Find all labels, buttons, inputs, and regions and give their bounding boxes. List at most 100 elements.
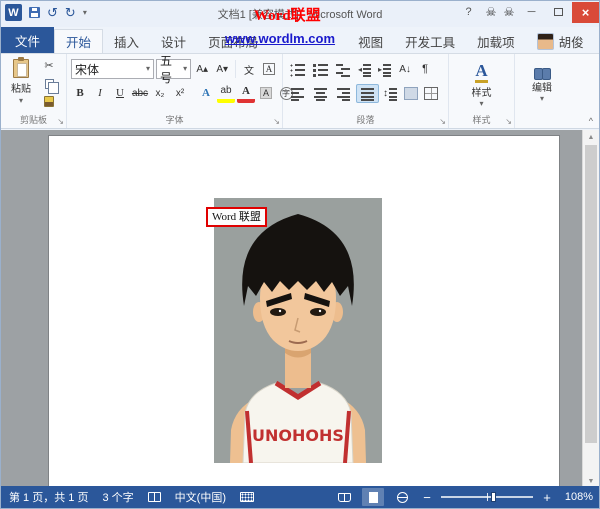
word-count[interactable]: 3 个字: [102, 489, 133, 505]
tab-file[interactable]: 文件: [1, 27, 54, 53]
image-watermark-highlight-box: Word 联盟: [206, 207, 267, 227]
shrink-font-button[interactable]: A▾: [213, 60, 231, 79]
paste-button[interactable]: 粘贴 ▾: [5, 57, 37, 113]
ribbon-tab-bar: 文件 开始 插入 设计 页面布局 视图 开发工具 加载项 胡俊 www.word…: [1, 27, 599, 53]
scroll-up-button[interactable]: ▲: [583, 130, 599, 144]
cut-button[interactable]: ✂: [41, 58, 57, 73]
read-mode-button[interactable]: [333, 488, 355, 506]
character-image[interactable]: UNOHOHS: [214, 198, 382, 463]
input-method-icon[interactable]: [240, 492, 254, 502]
styles-group-label: 样式: [472, 115, 490, 125]
status-bar: 第 1 页，共 1 页 3 个字 中文(中国) − + 108%: [1, 486, 599, 508]
zoom-slider-thumb[interactable]: [491, 492, 496, 502]
collapse-ribbon-button[interactable]: ^: [589, 116, 593, 126]
tab-view[interactable]: 视图: [347, 29, 394, 53]
line-spacing-button[interactable]: ↕: [381, 84, 400, 103]
tab-design[interactable]: 设计: [150, 29, 197, 53]
shading-button[interactable]: [402, 84, 420, 103]
window-controls: ? ☠ ☠ ─ ×: [455, 1, 599, 23]
clipboard-group-label: 剪贴板: [20, 115, 47, 125]
vertical-scrollbar[interactable]: ▲ ▼: [582, 130, 599, 488]
increase-indent-button[interactable]: ▸: [376, 60, 394, 79]
user-name: 胡俊: [559, 32, 584, 51]
title-bar: W ↺ ↻ ▾ 文档1 [兼容模式] - Microsoft Word Word…: [1, 1, 599, 27]
zoom-percentage[interactable]: 108%: [561, 491, 593, 503]
multilevel-list-button[interactable]: [333, 60, 354, 79]
print-layout-icon: [369, 492, 378, 503]
text-effects-button[interactable]: A: [197, 84, 215, 103]
phonetic-guide-button[interactable]: 文: [240, 60, 258, 79]
print-layout-button[interactable]: [362, 488, 384, 506]
copy-icon: [45, 79, 54, 89]
document-area: UNOHOHS: [1, 130, 584, 488]
page-indicator[interactable]: 第 1 页，共 1 页: [9, 489, 88, 505]
cartoon-portrait: UNOHOHS: [214, 198, 382, 463]
proofing-icon[interactable]: [148, 492, 161, 502]
scroll-down-icon: ▼: [588, 478, 595, 485]
align-right-button[interactable]: [333, 84, 354, 103]
font-size-value: 五号: [160, 52, 183, 86]
ribbon-spacer: ^: [569, 54, 599, 128]
skull-glyph: ☠: [486, 5, 497, 19]
indent-lines-icon: [382, 62, 392, 77]
strikethrough-button[interactable]: abc: [131, 84, 149, 103]
sort-button[interactable]: A↓: [396, 60, 414, 79]
character-border-button[interactable]: A: [260, 60, 278, 79]
character-shading-button[interactable]: A: [257, 84, 275, 103]
jersey-text: UNOHOHS: [252, 426, 344, 445]
restore-button[interactable]: [545, 2, 572, 23]
help-button[interactable]: ?: [455, 2, 482, 23]
copy-button[interactable]: [41, 76, 57, 91]
web-layout-button[interactable]: [391, 488, 413, 506]
clipboard-dialog-launcher[interactable]: ↘: [57, 118, 64, 126]
font-dialog-launcher[interactable]: ↘: [273, 118, 280, 126]
zoom-slider[interactable]: [441, 488, 533, 506]
zoom-out-button[interactable]: −: [420, 490, 434, 505]
paragraph-dialog-launcher[interactable]: ↘: [439, 118, 446, 126]
borders-button[interactable]: [422, 84, 440, 103]
close-icon: ×: [582, 5, 590, 20]
superscript-button[interactable]: x²: [171, 84, 189, 103]
grow-font-icon: A▴: [196, 64, 208, 75]
bold-button[interactable]: B: [71, 84, 89, 103]
scrollbar-thumb[interactable]: [585, 145, 597, 443]
font-color-button[interactable]: A: [237, 84, 255, 103]
numbered-list-icon: [312, 62, 329, 77]
minimize-button[interactable]: ─: [518, 2, 545, 23]
subscript-button[interactable]: x₂: [151, 84, 169, 103]
underline-button[interactable]: U: [111, 84, 129, 103]
separator: [235, 60, 236, 78]
numbered-list-button[interactable]: [310, 60, 331, 79]
justify-button[interactable]: [356, 84, 379, 103]
scroll-up-icon: ▲: [588, 134, 595, 141]
align-center-button[interactable]: [310, 84, 331, 103]
tab-addins[interactable]: 加载项: [466, 29, 526, 53]
zoom-in-button[interactable]: +: [540, 490, 554, 505]
close-button[interactable]: ×: [572, 2, 599, 23]
tab-home[interactable]: 开始: [54, 29, 103, 53]
restore-icon: [554, 8, 563, 16]
grow-font-button[interactable]: A▴: [193, 60, 211, 79]
word-window: W ↺ ↻ ▾ 文档1 [兼容模式] - Microsoft Word Word…: [0, 0, 600, 509]
editing-button[interactable]: 编辑 ▾: [519, 57, 565, 113]
format-painter-button[interactable]: [41, 94, 57, 109]
clipboard-icon: [13, 59, 29, 78]
tab-developer[interactable]: 开发工具: [394, 29, 466, 53]
show-hide-marks-button[interactable]: ¶: [416, 60, 434, 79]
bullet-list-button[interactable]: [287, 60, 308, 79]
highlight-color-button[interactable]: ab: [217, 84, 235, 103]
styles-button[interactable]: A 样式 ▾: [453, 57, 510, 113]
document-page[interactable]: UNOHOHS: [48, 135, 560, 488]
font-size-combobox[interactable]: 五号 ▾: [156, 59, 191, 79]
italic-button[interactable]: I: [91, 84, 109, 103]
decrease-indent-button[interactable]: ◂: [356, 60, 374, 79]
styles-dialog-launcher[interactable]: ↘: [505, 118, 512, 126]
align-left-button[interactable]: [287, 84, 308, 103]
font-name-combobox[interactable]: 宋体 ▾: [71, 59, 154, 79]
language-indicator[interactable]: 中文(中国): [175, 489, 226, 505]
tab-insert[interactable]: 插入: [103, 29, 150, 53]
paragraph-group-label: 段落: [356, 115, 374, 125]
ribbon: 粘贴 ▾ ✂ 剪贴板 ↘ 宋体 ▾: [1, 53, 599, 129]
zoom-slider-notch: [487, 493, 488, 501]
tab-user-account[interactable]: 胡俊: [526, 29, 595, 53]
